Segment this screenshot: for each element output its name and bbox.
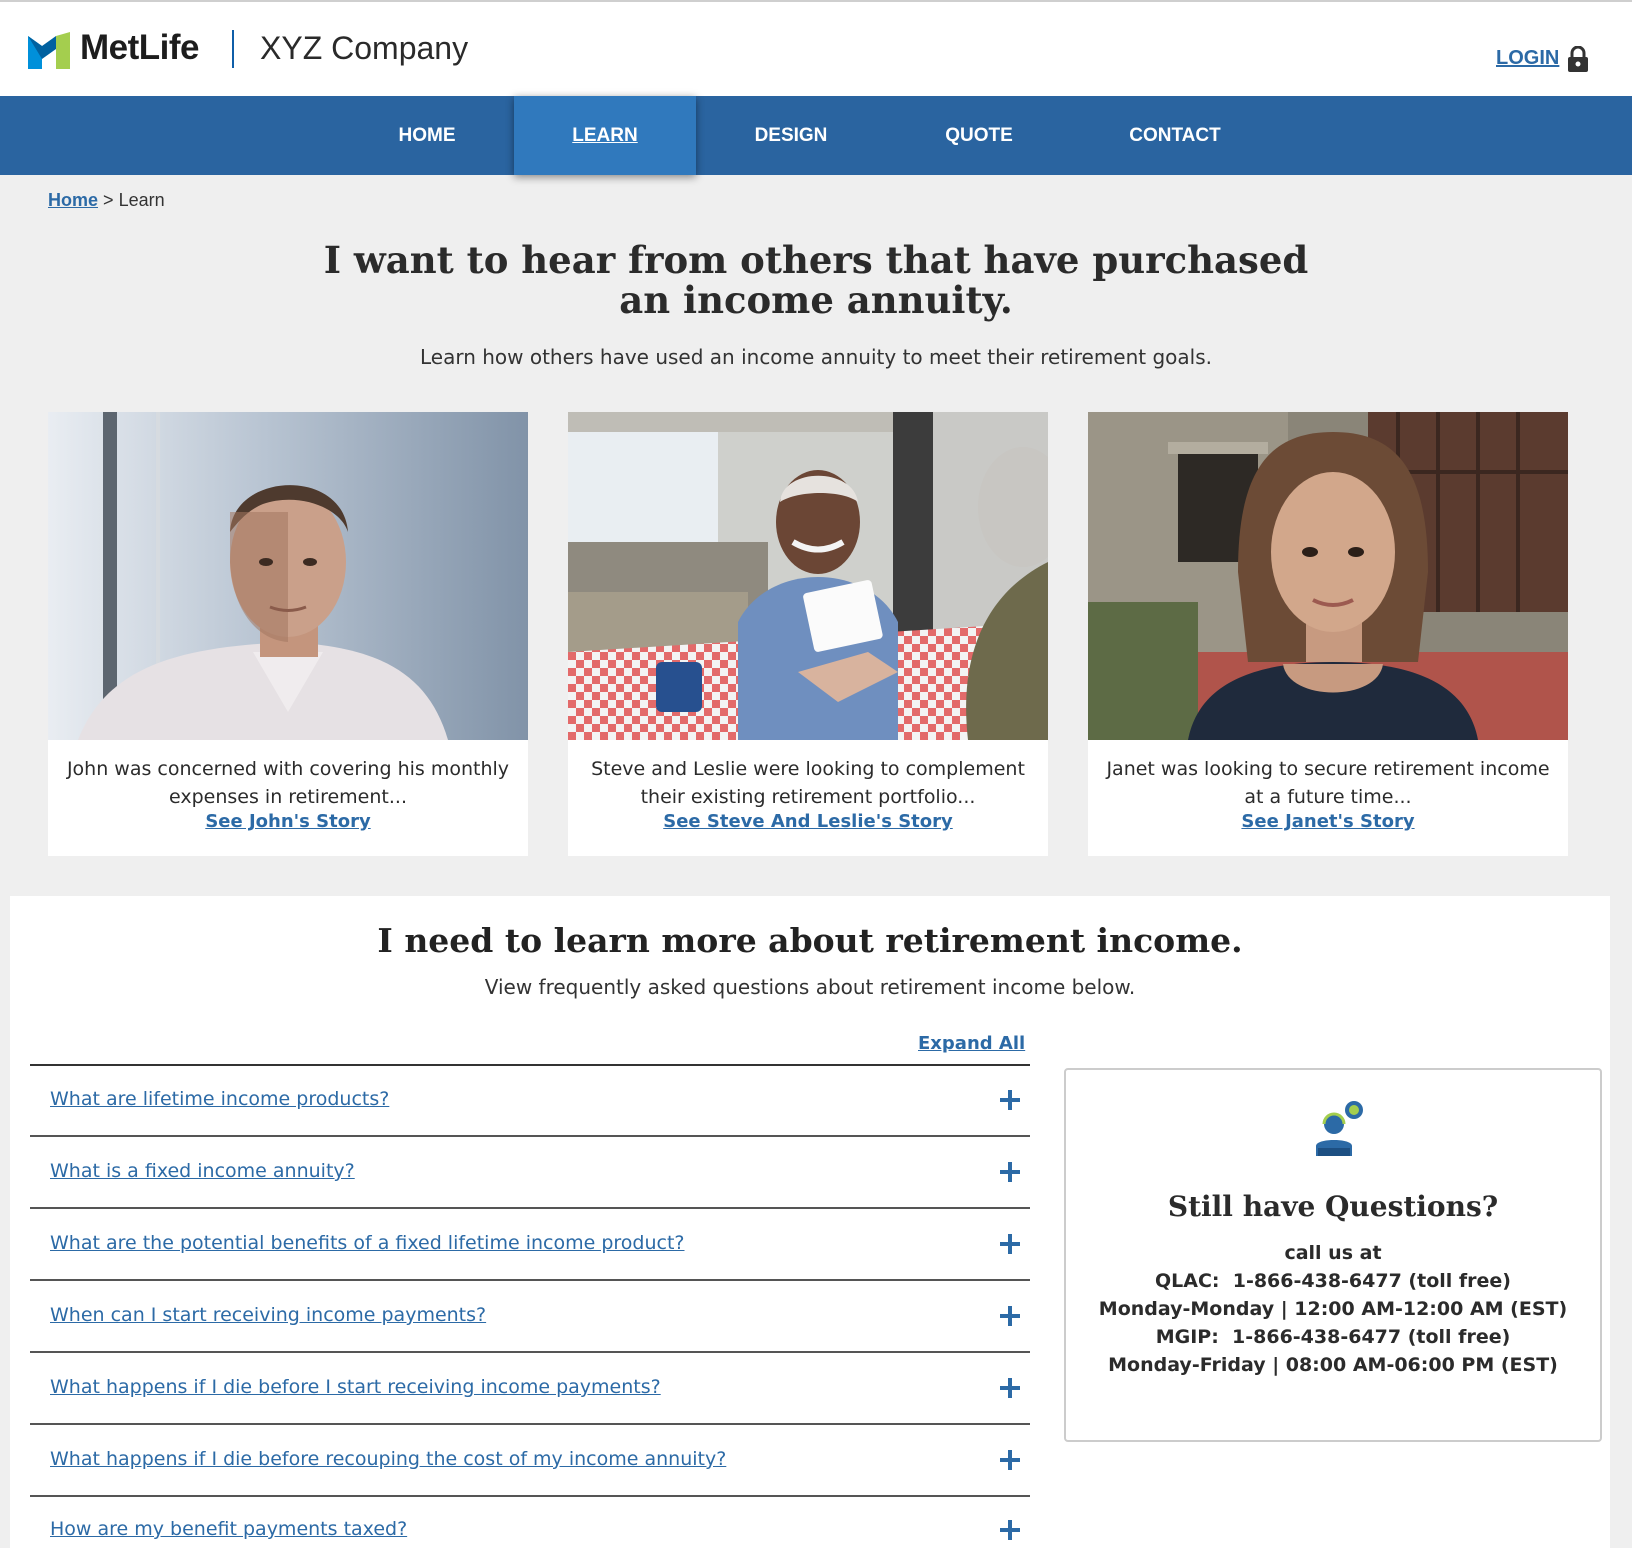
plus-icon[interactable]	[1000, 1520, 1020, 1540]
contact-line: call us at	[1284, 1242, 1382, 1264]
main-nav: HOME LEARN DESIGN QUOTE CONTACT	[0, 96, 1632, 175]
see-steve-leslie-story-link[interactable]: See Steve And Leslie's Story	[568, 811, 1048, 832]
contact-line: QLAC: 1-866-438-6477 (toll free)	[1155, 1270, 1511, 1292]
faq-item[interactable]: What are lifetime income products?	[30, 1066, 1030, 1137]
see-john-story-link[interactable]: See John's Story	[48, 811, 528, 832]
faq-item[interactable]: What happens if I die before I start rec…	[30, 1354, 1030, 1425]
plus-icon[interactable]	[1000, 1378, 1020, 1398]
faq-question-link[interactable]: What happens if I die before recouping t…	[50, 1448, 726, 1470]
story-card-john: John was concerned with covering his mon…	[48, 412, 528, 856]
stories-subtitle: Learn how others have used an income ann…	[419, 345, 1213, 369]
login-link[interactable]: LOGIN	[1496, 47, 1559, 70]
lock-icon[interactable]	[1567, 46, 1589, 72]
support-agent-icon	[1316, 1101, 1363, 1156]
faq-question-link[interactable]: What are the potential benefits of a fix…	[50, 1232, 685, 1254]
faq-subtitle: View frequently asked questions about re…	[484, 975, 1136, 999]
company-name: XYZ Company	[260, 30, 469, 66]
story-description: John was concerned with covering his mon…	[66, 758, 510, 808]
brand-name[interactable]: MetLife	[80, 28, 200, 68]
plus-icon[interactable]	[1000, 1090, 1020, 1110]
plus-icon[interactable]	[1000, 1450, 1020, 1470]
contact-line: Monday-Monday | 12:00 AM-12:00 AM (EST)	[1098, 1298, 1568, 1320]
faq-item[interactable]: How are my benefit payments taxed?	[30, 1496, 1030, 1548]
faq-question-link[interactable]: What is a fixed income annuity?	[50, 1160, 355, 1182]
steve-leslie-photo	[568, 412, 1048, 740]
breadcrumb: Home > Learn	[48, 190, 165, 211]
faq-item[interactable]: What happens if I die before recouping t…	[30, 1426, 1030, 1497]
metlife-logo-icon[interactable]	[28, 32, 70, 69]
contact-line: Monday-Friday | 08:00 AM-06:00 PM (EST)	[1108, 1354, 1558, 1376]
faq-item[interactable]: When can I start receiving income paymen…	[30, 1282, 1030, 1353]
nav-design[interactable]: DESIGN	[730, 96, 852, 175]
john-photo	[48, 412, 528, 740]
story-description: Janet was looking to secure retirement i…	[1106, 758, 1550, 808]
expand-all-link[interactable]: Expand All	[918, 1033, 1025, 1054]
plus-icon[interactable]	[1000, 1306, 1020, 1326]
story-card-janet: Janet was looking to secure retirement i…	[1088, 412, 1568, 856]
story-card-steve-leslie: Steve and Leslie were looking to complem…	[568, 412, 1048, 856]
stories-title: I want to hear from others that have pur…	[323, 238, 1309, 322]
nav-learn[interactable]: LEARN	[514, 96, 696, 175]
plus-icon[interactable]	[1000, 1234, 1020, 1254]
faq-question-link[interactable]: What are lifetime income products?	[50, 1088, 389, 1110]
see-janet-story-link[interactable]: See Janet's Story	[1088, 811, 1568, 832]
story-description: Steve and Leslie were looking to complem…	[591, 758, 1025, 808]
nav-quote[interactable]: QUOTE	[920, 96, 1038, 175]
faq-item[interactable]: What are the potential benefits of a fix…	[30, 1210, 1030, 1281]
site-header: MetLife XYZ Company LOGIN	[0, 2, 1632, 96]
faq-title: I need to learn more about retirement in…	[377, 921, 1243, 960]
breadcrumb-current: Learn	[118, 190, 165, 210]
janet-photo	[1088, 412, 1568, 740]
faq-question-link[interactable]: When can I start receiving income paymen…	[50, 1304, 486, 1326]
contact-line: MGIP: 1-866-438-6477 (toll free)	[1155, 1326, 1511, 1348]
faq-question-link[interactable]: How are my benefit payments taxed?	[50, 1518, 407, 1540]
breadcrumb-separator: >	[103, 190, 114, 210]
contact-title: Still have Questions?	[1167, 1190, 1499, 1223]
nav-contact[interactable]: CONTACT	[1110, 96, 1240, 175]
faq-panel: I need to learn more about retirement in…	[10, 896, 1610, 1548]
faq-item[interactable]: What is a fixed income annuity?	[30, 1138, 1030, 1209]
plus-icon[interactable]	[1000, 1162, 1020, 1182]
nav-home[interactable]: HOME	[370, 96, 484, 175]
contact-box: Still have Questions? call us at QLAC: 1…	[1064, 1068, 1602, 1442]
faq-question-link[interactable]: What happens if I die before I start rec…	[50, 1376, 661, 1398]
breadcrumb-home-link[interactable]: Home	[48, 190, 98, 210]
brand-divider	[232, 30, 234, 68]
